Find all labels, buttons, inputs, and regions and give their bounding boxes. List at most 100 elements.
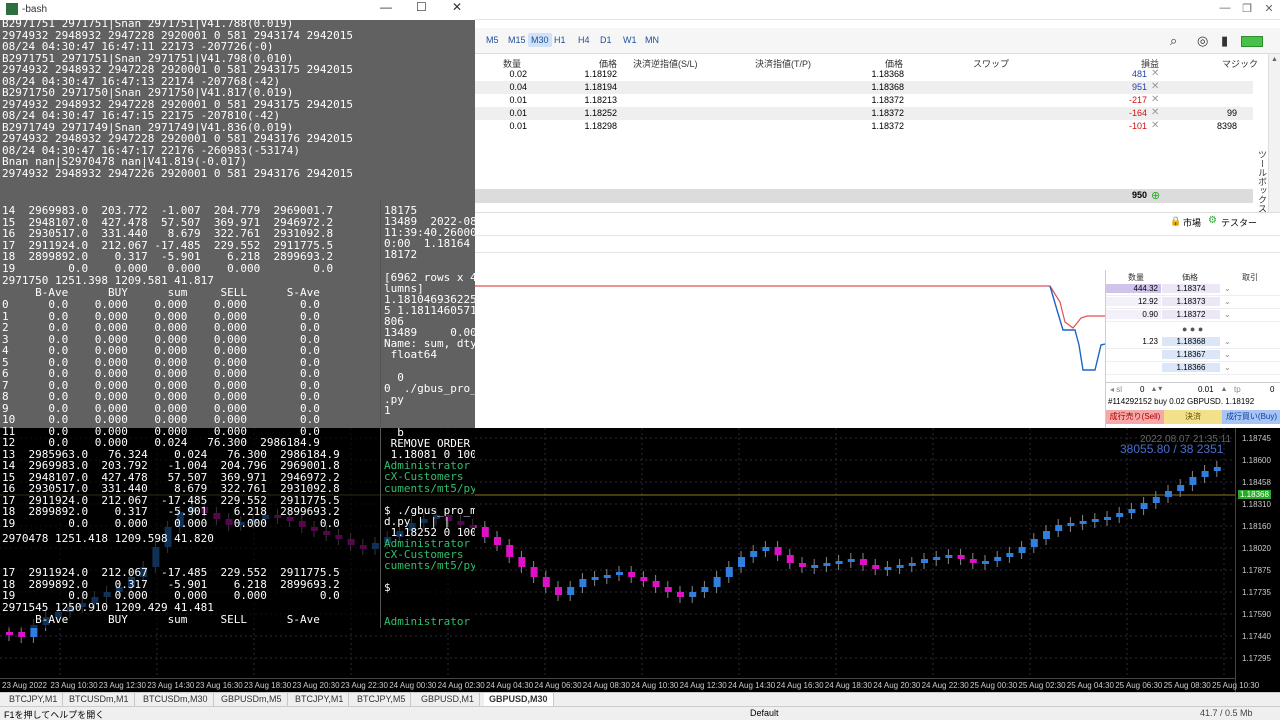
- time-axis-label: 25 Aug 02:30: [1018, 681, 1066, 690]
- terminal-line: 2970478 1251.418 1209.598 41.820: [2, 532, 214, 545]
- dom-ask-row[interactable]: 12.92 1.18373 ⌄: [1106, 296, 1280, 309]
- dom-ask-row[interactable]: 0.90 1.18372 ⌄: [1106, 309, 1280, 322]
- chart-tab[interactable]: BTCJPY,M5: [352, 693, 412, 707]
- terminal-minimize-icon[interactable]: —: [380, 1, 392, 14]
- buy-button[interactable]: 成行買い(Buy): [1222, 410, 1280, 424]
- terminal-line: 4 0.0 0.000 0.000 0.000 0.0: [2, 344, 320, 357]
- position-open: 1.18252: [584, 108, 617, 118]
- sl-input[interactable]: 0: [1140, 385, 1144, 394]
- position-row[interactable]: 0.01 1.18298 1.18372 -101 8398 ✕: [475, 120, 1253, 133]
- position-profit: 951: [1131, 82, 1147, 92]
- total-profit: 950: [1131, 190, 1147, 200]
- terminal-line: cuments/mt5/py: [384, 559, 475, 573]
- terminal-window[interactable]: -bash — ☐ ✕ B2971751 2971751|Snan 297175…: [0, 0, 475, 628]
- dom-more-dots: ● ● ●: [1182, 324, 1204, 334]
- terminal-line: 19 0.0 0.000 0.000 0.000 0.0: [2, 261, 334, 275]
- positions-scrollbar[interactable]: ▲: [1268, 54, 1280, 214]
- timeframe-d1[interactable]: D1: [597, 33, 615, 47]
- terminal-line: B-Ave BUY sum SELL S-Ave: [2, 286, 320, 299]
- dom-bid-trade-icon[interactable]: ⌄: [1224, 363, 1231, 372]
- tester-link[interactable]: テスター: [1221, 216, 1257, 229]
- sl-stepper-icon[interactable]: ▴ ▾: [1152, 384, 1162, 393]
- close-position-icon[interactable]: ✕: [1151, 107, 1159, 118]
- status-traffic: 41.7 / 0.5 Mb: [1200, 708, 1253, 718]
- dom-ask-row[interactable]: 444.32 1.18374 ⌄: [1106, 283, 1280, 296]
- time-axis-label: 25 Aug 10:30: [1212, 681, 1260, 690]
- time-axis-label: 23 Aug 16:30: [195, 681, 243, 690]
- price-axis-label: 1.18160: [1242, 522, 1271, 531]
- depth-of-market-chart: [475, 270, 1106, 428]
- timeframe-w1[interactable]: W1: [620, 33, 640, 47]
- close-position-icon[interactable]: ✕: [1151, 68, 1159, 79]
- volume-stepper-icon[interactable]: ▴: [1222, 384, 1226, 393]
- tester-icon: ⚙: [1208, 215, 1217, 226]
- account-icon[interactable]: ◎: [1197, 33, 1208, 49]
- dom-bid-row[interactable]: 1.23 1.18368 ⌄: [1106, 336, 1280, 349]
- dom-bid-trade-icon[interactable]: ⌄: [1224, 350, 1231, 359]
- lock-icon: 🔒: [1170, 216, 1182, 226]
- position-row[interactable]: 0.02 1.18192 1.18368 481 ✕: [475, 68, 1253, 81]
- time-axis: 23 Aug 2022 23 Aug 10:30 23 Aug 12:30 23 Au…: [0, 678, 1259, 692]
- time-axis-label: 24 Aug 02:30: [437, 681, 485, 690]
- algo-trading-toggle[interactable]: [1241, 36, 1263, 47]
- terminal-line: 0 0.0 0.000 0.000 0.000 0.0: [2, 298, 320, 311]
- chart-tab[interactable]: GBPUSDm,M5: [216, 693, 288, 707]
- position-volume: 0.01: [509, 95, 527, 105]
- timeframe-mn[interactable]: MN: [642, 33, 662, 47]
- price-axis-label: 1.18600: [1242, 456, 1271, 465]
- dom-ask-trade-icon[interactable]: ⌄: [1224, 297, 1231, 306]
- dom-bid-trade-icon[interactable]: ⌄: [1224, 337, 1231, 346]
- minimize-icon[interactable]: —: [1215, 2, 1235, 14]
- terminal-line: $: [384, 581, 398, 595]
- close-position-icon[interactable]: ✕: [1151, 120, 1159, 131]
- add-icon[interactable]: ⊕: [1151, 189, 1160, 202]
- position-profit: 481: [1131, 69, 1147, 79]
- chart-tab[interactable]: BTCJPY,M1: [290, 693, 350, 707]
- terminal-maximize-icon[interactable]: ☐: [416, 1, 427, 14]
- sell-button[interactable]: 成行売り(Sell): [1106, 410, 1164, 424]
- terminal-line: 19 0.0 0.000 0.000 0.000 0.0: [2, 589, 340, 602]
- position-row[interactable]: 0.01 1.18213 1.18372 -217 ✕: [475, 94, 1253, 107]
- position-volume: 0.02: [509, 69, 527, 79]
- close-position-icon[interactable]: ✕: [1151, 81, 1159, 92]
- volume-input[interactable]: 0.01: [1198, 385, 1214, 394]
- price-axis-label: 1.17590: [1242, 610, 1271, 619]
- position-row[interactable]: 0.01 1.18252 1.18372 -164 99 ✕: [475, 107, 1253, 120]
- dom-ask-trade-icon[interactable]: ⌄: [1224, 284, 1231, 293]
- close-icon[interactable]: ✕: [1259, 2, 1279, 15]
- timeframe-h1[interactable]: H1: [551, 33, 569, 47]
- terminal-pane-divider: [380, 200, 381, 628]
- tp-input[interactable]: 0: [1270, 385, 1274, 394]
- terminal-line: 2971750 1251.398 1209.581 41.817: [2, 274, 214, 287]
- dom-bid-row[interactable]: 1.18366 ⌄: [1106, 362, 1280, 375]
- timeframe-m15[interactable]: M15: [505, 33, 529, 47]
- time-axis-label: 24 Aug 22:30: [921, 681, 969, 690]
- time-axis-label: 23 Aug 10:30: [50, 681, 98, 690]
- toolbox-side-label[interactable]: ツールボックス: [1255, 150, 1269, 220]
- timeframe-h4[interactable]: H4: [575, 33, 593, 47]
- chart-tab[interactable]: GBPUSD,M1: [416, 693, 481, 707]
- terminal-line: float64: [384, 348, 437, 362]
- timeframe-m30[interactable]: M30: [528, 33, 552, 47]
- market-link[interactable]: 市場: [1183, 216, 1201, 229]
- chart-tab[interactable]: BTCUSDm,M1: [64, 693, 135, 707]
- dom-bid-row[interactable]: 1.18367 ⌄: [1106, 349, 1280, 362]
- close-position-icon[interactable]: ✕: [1151, 94, 1159, 105]
- scroll-up-icon[interactable]: ▲: [1271, 56, 1278, 63]
- time-axis-label: 23 Aug 18:30: [244, 681, 292, 690]
- search-icon[interactable]: ⌕: [1170, 33, 1177, 49]
- signal-icon[interactable]: ▮: [1221, 33, 1228, 49]
- chart-tab[interactable]: BTCJPY,M1: [4, 693, 64, 707]
- position-price: 1.18368: [871, 69, 904, 79]
- chart-tab[interactable]: BTCUSDm,M30: [138, 693, 214, 707]
- time-axis-label: 24 Aug 08:30: [582, 681, 630, 690]
- chart-tab[interactable]: GBPUSD,M30: [484, 693, 554, 707]
- position-row[interactable]: 0.04 1.18194 1.18368 951 ✕: [475, 81, 1253, 94]
- close-position-button[interactable]: 決済: [1164, 410, 1222, 424]
- terminal-close-icon[interactable]: ✕: [452, 1, 462, 14]
- terminal-line: 2974932 2948932 2947226 2920001 0 581 29…: [2, 166, 353, 180]
- position-open: 1.18213: [584, 95, 617, 105]
- timeframe-m5[interactable]: M5: [483, 33, 502, 47]
- restore-icon[interactable]: ❐: [1237, 2, 1257, 15]
- dom-ask-trade-icon[interactable]: ⌄: [1224, 310, 1231, 319]
